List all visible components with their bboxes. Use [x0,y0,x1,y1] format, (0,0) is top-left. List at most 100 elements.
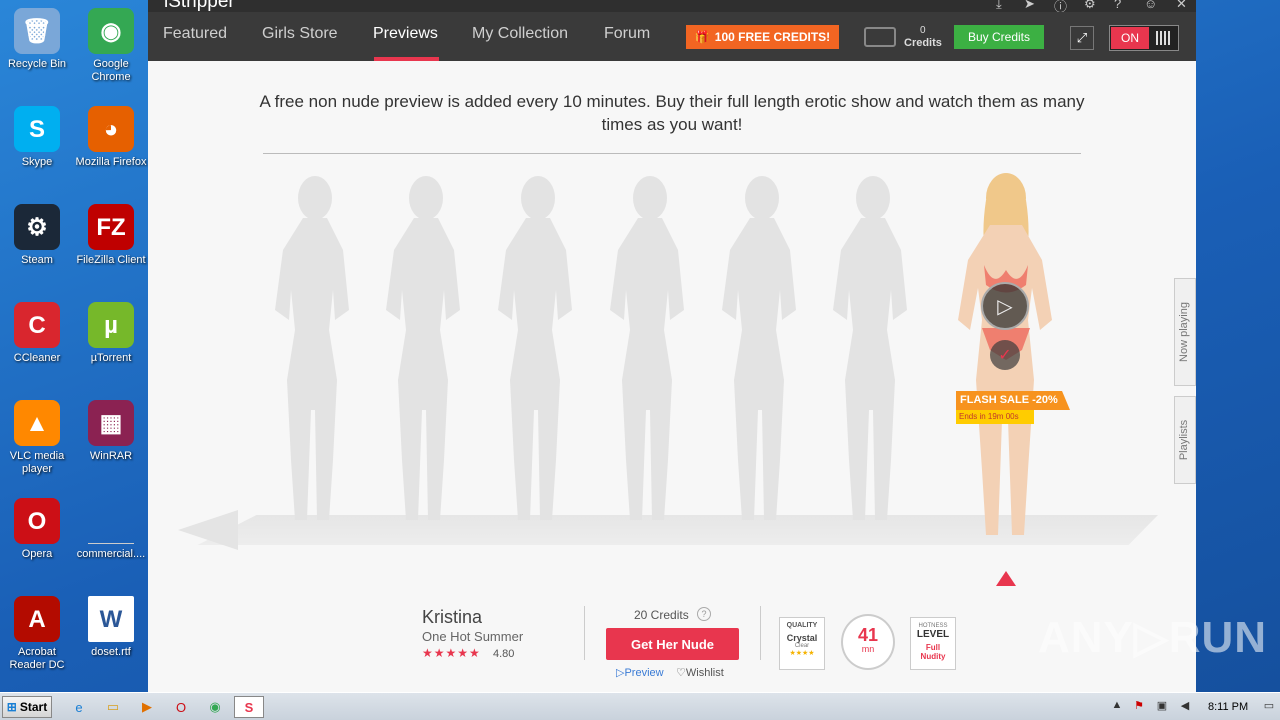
download-icon[interactable]: ⤓ [996,0,1002,12]
grip-icon [1156,31,1170,45]
desktop-icon[interactable]: ◕ Mozilla Firefox [74,106,148,169]
desktop-icon[interactable]: ▦ WinRAR [74,400,148,463]
flash-sale-countdown: Ends in 19m 00s [956,410,1034,424]
gift-icon: 🎁 [694,30,710,44]
playlists-label: Playlists [1178,419,1190,461]
settings-icon[interactable]: ⚙ [1084,0,1096,12]
chrome-icon[interactable]: ◉ [202,696,228,718]
duration-unit: mn [861,644,875,654]
media-player-icon[interactable]: ▶ [134,696,160,718]
desktop-icon[interactable]: S Skype [0,106,74,169]
fullscreen-icon[interactable]: ⤢ [1070,26,1094,50]
check-icon[interactable]: ✓ [990,340,1020,370]
locked-preview-silhouette [722,176,796,520]
word-doc-icon: W [88,596,134,642]
ie-icon[interactable]: e [66,696,92,718]
send-icon[interactable]: ➤ [1024,0,1035,12]
nav-previews[interactable]: Previews [373,25,438,43]
rating-stars-icon: ★★★★★ [422,646,481,660]
desktop-icon[interactable]: ⚙ Steam [0,204,74,267]
desktop-icon-label: Recycle Bin [7,58,67,70]
desktop-icon[interactable]: A Acrobat Reader DC [0,596,74,672]
skype-icon: S [14,106,60,152]
money-icon [864,27,896,47]
desktop-icon-label: WinRAR [89,450,133,462]
divider [584,606,585,660]
desktop-icon[interactable]: O Opera [0,498,74,561]
vlc-icon: ▲ [14,400,60,446]
network-icon[interactable]: ▣ [1155,699,1169,713]
locked-preview-silhouette [498,176,572,520]
model-name: Kristina [422,607,483,627]
desktop-icon[interactable]: µ µTorrent [74,302,148,365]
desktop-icon[interactable]: Wdoset.rtf [74,596,148,659]
free-credits-label: 100 FREE CREDITS! [714,30,831,44]
divider [263,153,1081,154]
flash-sale-badge: FLASH SALE -20% [956,391,1070,410]
wishlist-label: Wishlist [685,667,724,679]
price-label: 20 Credits [634,608,689,622]
anyrun-watermark: ANY▷RUN [1038,613,1268,662]
clock[interactable]: 8:11 PM [1208,701,1248,713]
action-center-icon[interactable]: ⚑ [1132,699,1146,713]
desktop-icon-label: doset.rtf [91,646,131,658]
start-button[interactable]: ⊞ Start [2,696,52,718]
hotness-value-2: Nudity [920,652,946,661]
scroll-left-arrow[interactable] [178,510,238,550]
preview-link[interactable]: ▷Preview [616,666,664,679]
intro-text: A free non nude preview is added every 1… [259,92,1085,134]
istripper-window: iStripper ⤓ ➤ ⓘ ⚙ ? ☺ ✕ Featured Girls S… [148,0,1196,692]
hotness-level: LEVEL [916,629,950,640]
buy-credits-button[interactable]: Buy Credits [954,25,1044,49]
desktop-icon-label: Skype [21,156,53,168]
duration-badge: 41 mn [841,614,895,670]
desktop-icon[interactable]: ▲ VLC media player [0,400,74,476]
close-icon[interactable]: ✕ [1176,0,1187,12]
credits-count: 0 [920,25,926,36]
opera-icon[interactable]: O [168,696,194,718]
desktop-icon-label: commercial.... [76,548,146,560]
nav-girls-store[interactable]: Girls Store [262,25,338,43]
free-credits-button[interactable]: 🎁 100 FREE CREDITS! [686,25,839,49]
playlists-tab[interactable]: Playlists [1174,396,1196,484]
help-icon[interactable]: ? [697,607,711,621]
desktop-icon-label: Opera [21,548,53,560]
istripper-taskbar-icon[interactable]: S [234,696,264,718]
locked-preview-silhouette [833,176,907,520]
active-tab-indicator [374,57,439,61]
tray-expand-icon[interactable]: ▲ [1110,699,1124,713]
now-playing-tab[interactable]: Now playing [1174,278,1196,386]
quality-stars-icon: ★★★★ [789,650,815,657]
desktop-icon[interactable]: FZ FileZilla Client [74,204,148,267]
ccleaner-icon: C [14,302,60,348]
winrar-icon: ▦ [88,400,134,446]
nav-forum[interactable]: Forum [604,25,650,43]
rating-value: 4.80 [493,648,515,660]
desktop-icon-label: CCleaner [13,352,61,364]
nav-featured[interactable]: Featured [163,25,227,43]
wishlist-link[interactable]: ♡Wishlist [676,666,724,679]
user-icon[interactable]: ☺ [1144,0,1157,11]
steam-icon: ⚙ [14,204,60,250]
quality-title: QUALITY [786,622,818,629]
preview-label: Preview [624,667,664,679]
hotness-value-1: Full [925,643,941,652]
preview-stage [148,160,1196,560]
help-icon[interactable]: ? [1114,0,1121,11]
play-icon[interactable]: ▷ [981,282,1029,330]
desktop-icon[interactable]: commercial.... [74,498,148,561]
blank-file-icon [88,498,134,544]
selected-pointer-icon [996,571,1016,586]
title-bar: iStripper ⤓ ➤ ⓘ ⚙ ? ☺ ✕ [148,0,1196,14]
volume-icon[interactable]: ◀ [1178,699,1192,713]
nav-my-collection[interactable]: My Collection [472,25,568,43]
desktop-icon-label: Acrobat Reader DC [9,646,65,671]
on-off-toggle[interactable]: ON [1109,25,1179,51]
desktop-icon[interactable]: C CCleaner [0,302,74,365]
show-desktop-icon[interactable]: ▭ [1262,699,1276,713]
desktop-icon[interactable]: 🗑 Recycle Bin [0,8,74,71]
desktop-icon[interactable]: ◉ Google Chrome [74,8,148,84]
get-her-nude-button[interactable]: Get Her Nude [606,628,739,660]
explorer-icon[interactable]: ▭ [100,696,126,718]
credits-label: Credits [904,37,942,49]
